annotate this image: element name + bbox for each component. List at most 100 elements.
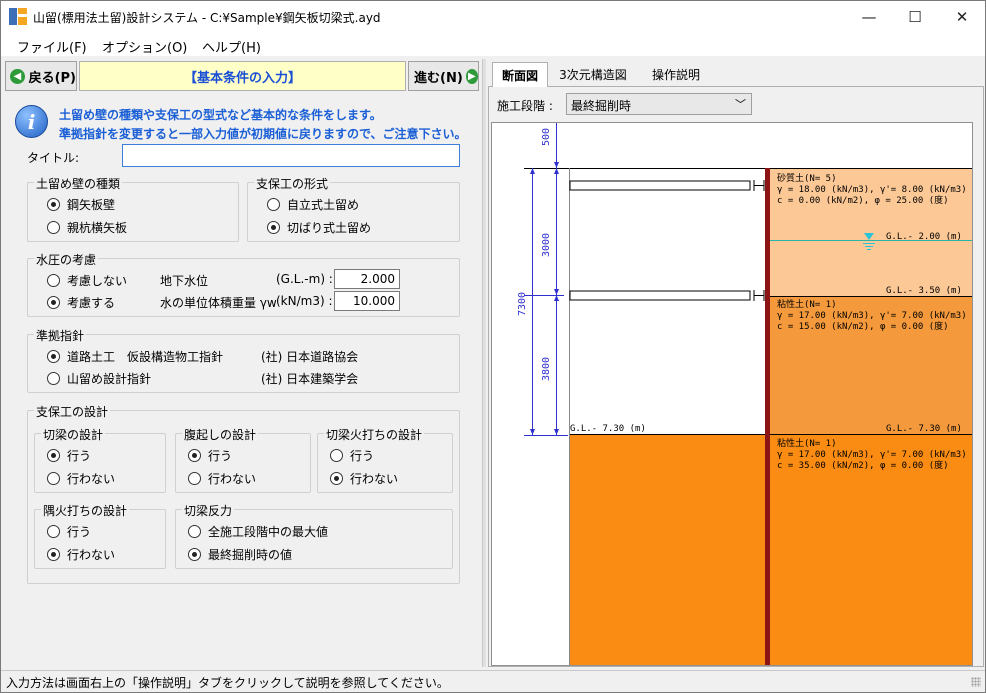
corner-brace-yes-radio[interactable]: 行う: [47, 523, 91, 540]
tab-3d-view[interactable]: 3次元構造図: [554, 62, 632, 87]
radio-icon: [188, 548, 201, 561]
corner-brace-title: 隅火打ちの設計: [41, 502, 130, 519]
strut-reaction-group: 切梁反力 全施工段階中の最大値 最終掘削時の値: [175, 502, 453, 569]
radio-icon: [47, 198, 60, 211]
support-design-group: 支保工の設計 切梁の設計 行う 行わない 腹起しの設計 行う 行わない 切梁火打…: [27, 403, 460, 584]
water-ignore-radio[interactable]: 考慮しない: [47, 272, 127, 289]
water-pressure-group: 水圧の考慮 考慮しない 考慮する 地下水位 (G.L.-m) : 水の単位体積重…: [27, 251, 460, 317]
water-unit-weight-label: 水の単位体積重量 γw: [160, 296, 277, 310]
menu-bar: ファイル(F) オプション(O) ヘルプ(H): [1, 32, 985, 56]
menu-options[interactable]: オプション(O): [102, 37, 187, 56]
radio-icon: [267, 221, 280, 234]
menu-file[interactable]: ファイル(F): [17, 37, 87, 56]
water-consider-radio[interactable]: 考慮する: [47, 294, 115, 311]
next-button-label: 進む(N): [414, 70, 463, 86]
corner-brace-no-radio[interactable]: 行わない: [47, 546, 115, 563]
radio-label: 全施工段階中の最大値: [208, 525, 329, 539]
radio-icon: [188, 525, 201, 538]
wale-design-no-radio[interactable]: 行わない: [188, 470, 256, 487]
gl-350-label: G.L.- 3.50 (m): [886, 286, 962, 296]
next-button[interactable]: 進む(N) ▶: [408, 61, 479, 91]
dim-lower-value: 3800: [541, 357, 552, 381]
radio-label: 考慮する: [67, 296, 116, 310]
close-button[interactable]: ✕: [939, 1, 985, 32]
radio-icon: [47, 472, 60, 485]
radio-icon: [188, 472, 201, 485]
dim-top-value: 500: [541, 128, 552, 146]
gl-water-label: G.L.- 2.00 (m): [886, 232, 962, 242]
radio-label: 行わない: [67, 548, 116, 562]
tab-section-view[interactable]: 断面図: [492, 62, 548, 87]
support-strutted-radio[interactable]: 切ばり式土留め: [267, 219, 371, 236]
radio-label: 自立式土留め: [287, 198, 360, 212]
strut-2: [569, 290, 751, 301]
radio-label: 親杭横矢板: [67, 221, 128, 235]
radio-icon: [47, 548, 60, 561]
minimize-button[interactable]: —: [846, 1, 892, 32]
menu-help[interactable]: ヘルプ(H): [202, 37, 261, 56]
radio-label: 道路土工 仮設構造物工指針: [67, 350, 224, 364]
standard-building-org: (社) 日本建築学会: [261, 372, 359, 386]
radio-icon: [47, 449, 60, 462]
strut-brace-yes-radio[interactable]: 行う: [330, 447, 374, 464]
wale-design-group: 腹起しの設計 行う 行わない: [175, 426, 311, 493]
title-input[interactable]: [122, 144, 460, 167]
radio-icon: [330, 449, 343, 462]
radio-label: 行う: [67, 525, 92, 539]
title-bar: 山留(標用法土留)設計システム - C:¥Sample¥鋼矢板切梁式.ayd —…: [1, 1, 985, 32]
stage-select[interactable]: 最終掘削時 ﹀: [566, 93, 752, 115]
radio-icon: [47, 350, 60, 363]
strut-brace-group: 切梁火打ちの設計 行う 行わない: [317, 426, 453, 493]
info-line-2: 準拠指針を変更すると一部入力値が初期値に戻りますので、ご注意下さい。: [59, 127, 467, 141]
retaining-wall: [765, 168, 770, 665]
corner-brace-group: 隅火打ちの設計 行う 行わない: [34, 502, 166, 569]
radio-label: 山留め設計指針: [67, 372, 152, 386]
section-title: 【基本条件の入力】: [79, 61, 406, 91]
radio-icon: [47, 372, 60, 385]
pane-splitter[interactable]: [482, 59, 486, 667]
wall-soldier-pile-radio[interactable]: 親杭横矢板: [47, 219, 127, 236]
tab-instructions[interactable]: 操作説明: [643, 62, 709, 87]
radio-label: 行わない: [350, 472, 399, 486]
layer-3-props-2: c = 35.00 (kN/m2), φ = 0.00 (度): [777, 459, 949, 471]
dim-total-arrow-bottom: [530, 429, 535, 435]
support-cantilever-radio[interactable]: 自立式土留め: [267, 196, 359, 213]
info-icon: i: [15, 105, 48, 138]
groundwater-level-input[interactable]: [334, 269, 400, 289]
preview-pane: 断面図 3次元構造図 操作説明 施工段階 : 最終掘削時 ﹀ 500 7300 …: [488, 59, 984, 667]
app-icon: [9, 8, 27, 25]
dim-upper-arrow-bottom: [554, 289, 559, 295]
wale-design-yes-radio[interactable]: 行う: [188, 447, 232, 464]
radio-icon: [47, 221, 60, 234]
standard-road-org: (社) 日本道路協会: [261, 350, 359, 364]
strut-design-no-radio[interactable]: 行わない: [47, 470, 115, 487]
maximize-button[interactable]: ☐: [892, 1, 938, 32]
stage-label: 施工段階 :: [497, 99, 553, 113]
section-diagram: 500 7300 3000 3800 砂質土(N= 5) γ = 18.00 (…: [491, 122, 973, 666]
strut-brace-no-radio[interactable]: 行わない: [330, 470, 398, 487]
back-button[interactable]: ◀ 戻る(P): [5, 61, 77, 91]
chevron-down-icon: ﹀: [735, 98, 746, 111]
input-pane: ◀ 戻る(P) 【基本条件の入力】 進む(N) ▶ i 土留め壁の種類や支保工の…: [3, 59, 479, 667]
groundwater-unit: (G.L.-m) :: [276, 272, 333, 286]
resize-grip-icon[interactable]: [971, 677, 981, 687]
radio-label: 考慮しない: [67, 274, 128, 288]
radio-label: 鋼矢板壁: [67, 198, 116, 212]
strut-reaction-final-radio[interactable]: 最終掘削時の値: [188, 546, 292, 563]
water-unit-weight-input[interactable]: [334, 291, 400, 311]
layer-3-name: 粘性土(N= 1): [777, 437, 837, 449]
strut-design-yes-radio[interactable]: 行う: [47, 447, 91, 464]
layer-3-props-1: γ = 17.00 (kN/m3), γ'= 7.00 (kN/m3): [777, 450, 967, 460]
strut-reaction-max-radio[interactable]: 全施工段階中の最大値: [188, 523, 328, 540]
wall-sheet-pile-radio[interactable]: 鋼矢板壁: [47, 196, 115, 213]
groundwater-label: 地下水位: [160, 274, 209, 288]
radio-label: 行う: [208, 449, 233, 463]
standard-building-radio[interactable]: 山留め設計指針: [47, 370, 151, 387]
gl-730-left-label: G.L.- 7.30 (m): [570, 424, 646, 434]
stage-value: 最終掘削時: [571, 99, 632, 113]
dim-top-arrow: [554, 162, 559, 168]
wall-type-group: 土留め壁の種類 鋼矢板壁 親杭横矢板: [27, 175, 239, 242]
strut-design-group: 切梁の設計 行う 行わない: [34, 426, 166, 493]
standard-road-radio[interactable]: 道路土工 仮設構造物工指針: [47, 348, 223, 365]
radio-icon: [47, 525, 60, 538]
